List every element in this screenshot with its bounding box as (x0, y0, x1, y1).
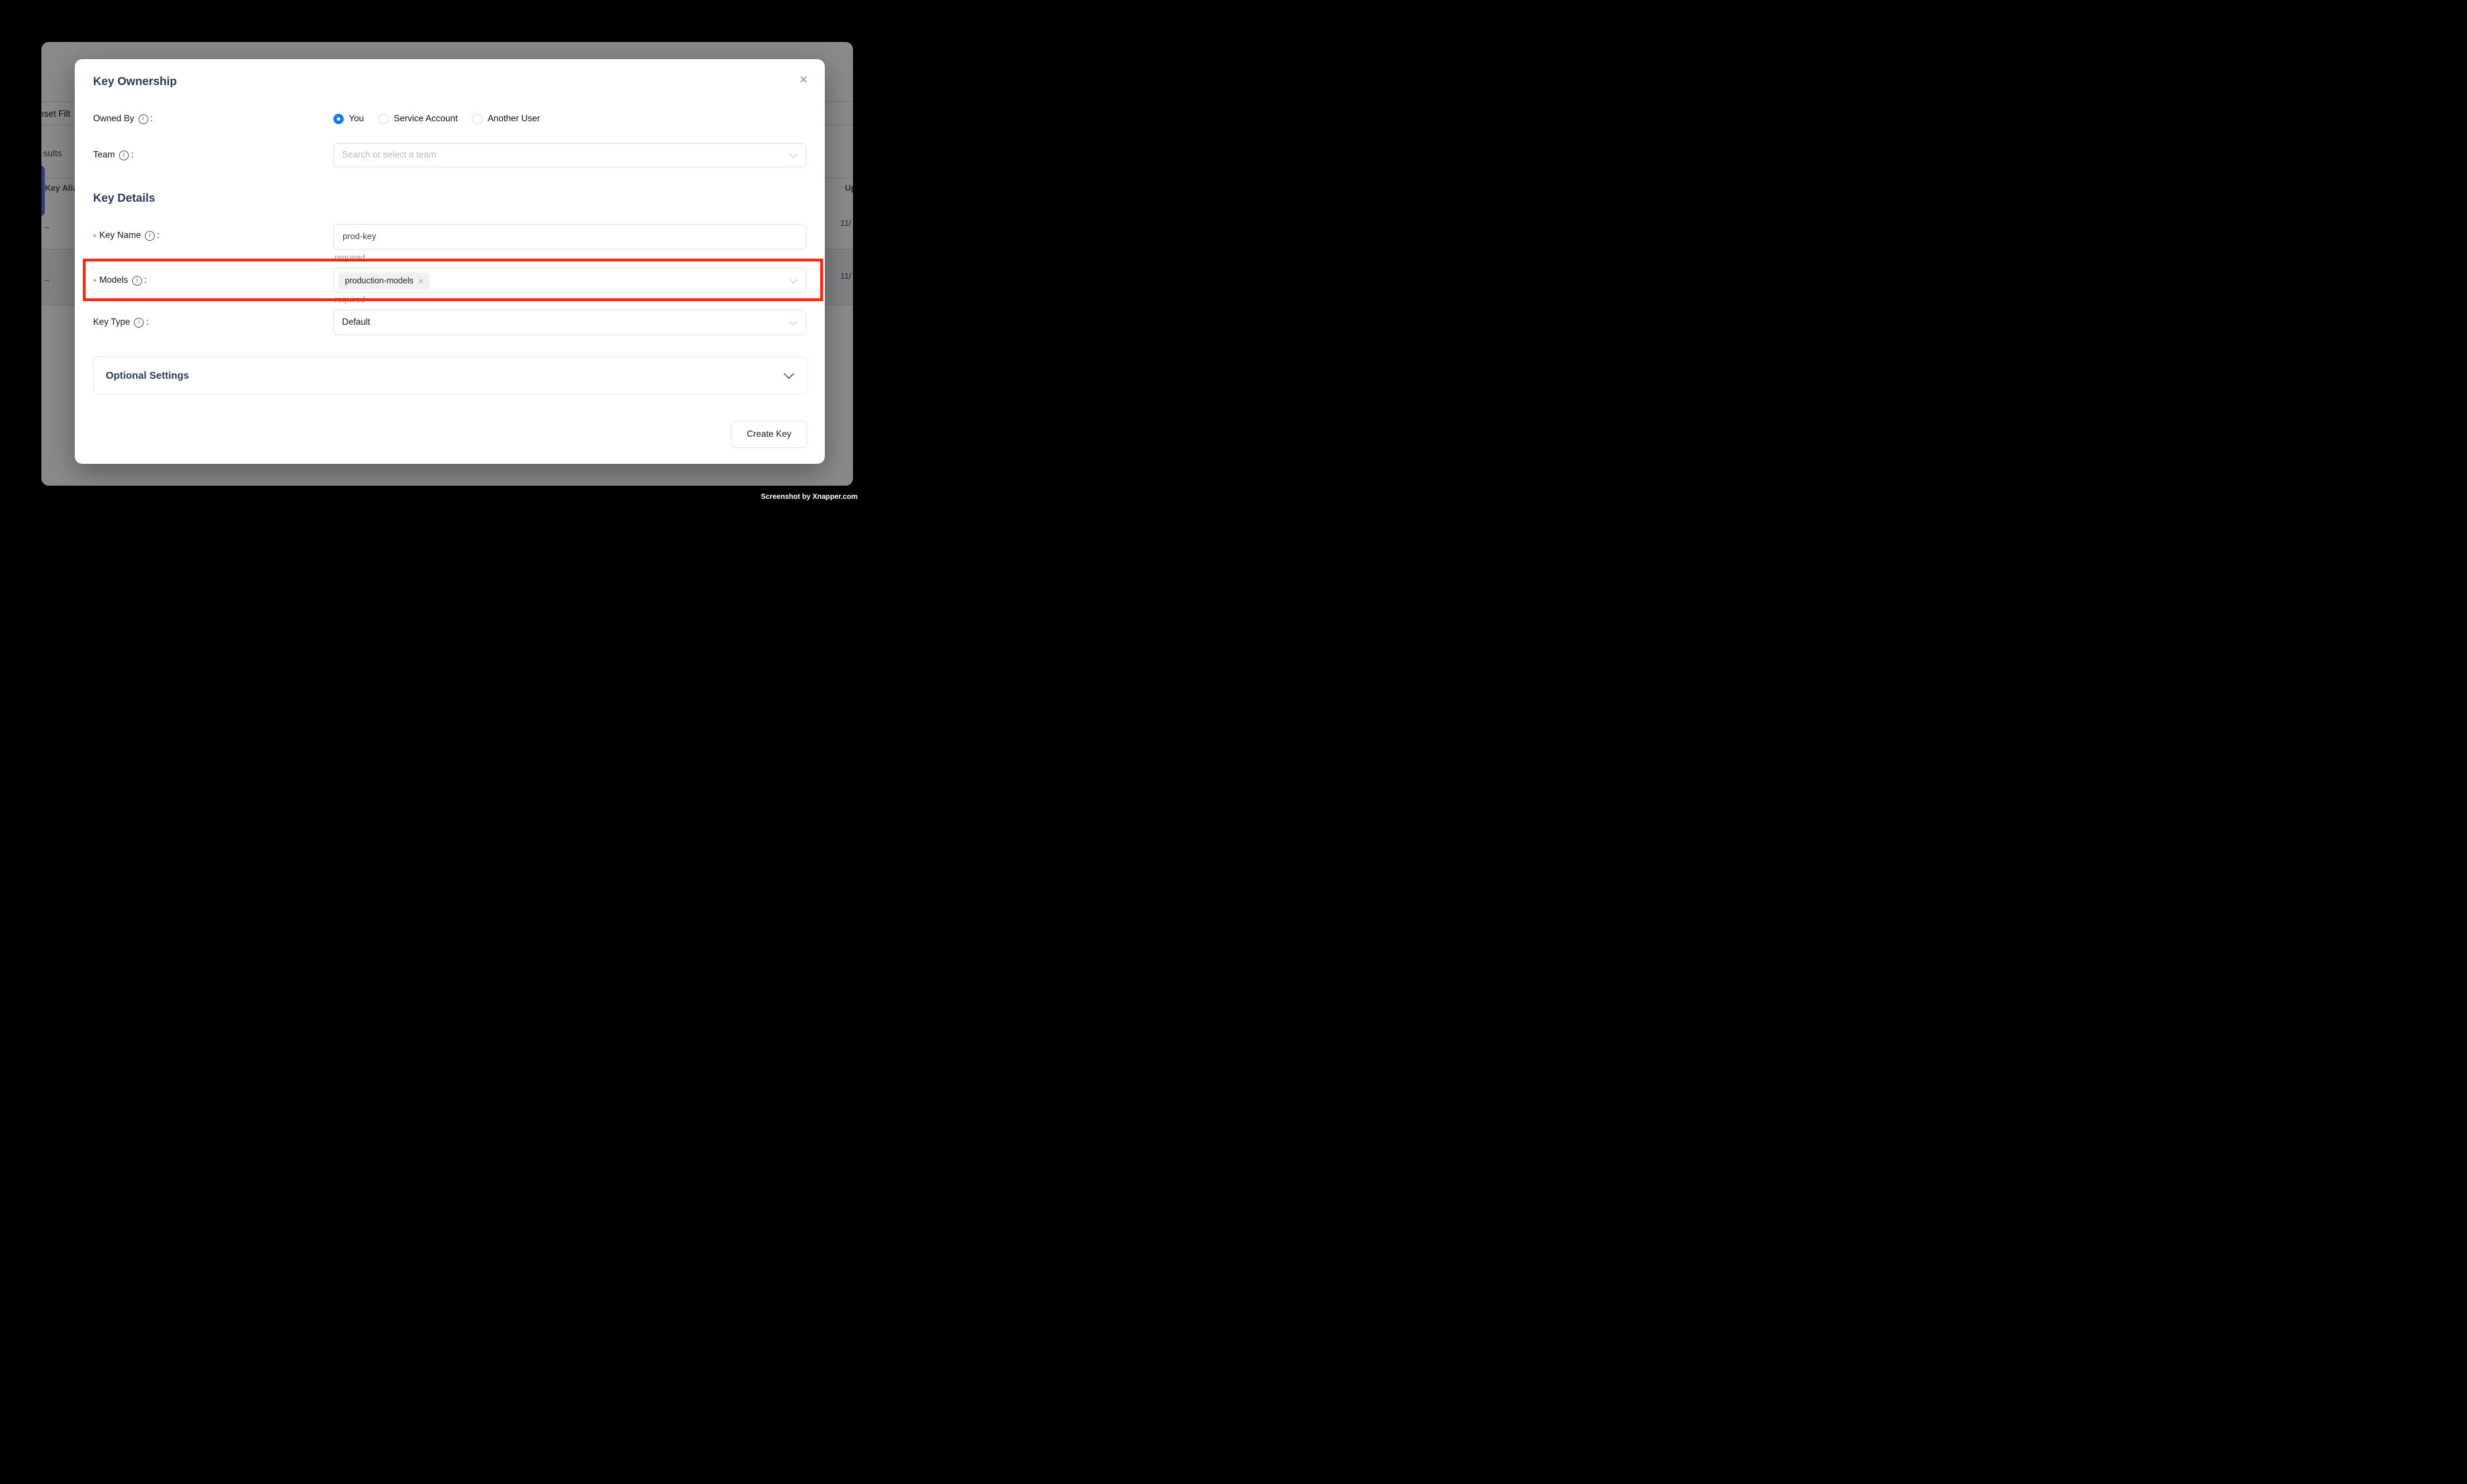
chevron-down-icon (789, 150, 797, 158)
chevron-down-icon (783, 368, 794, 379)
radio-selected-icon[interactable] (333, 114, 344, 124)
owned-by-radio-group: You Service Account Another User (333, 112, 555, 126)
models-label: * Models i : (93, 275, 147, 286)
app-window: eset Filt sults Key Alia Up – 11/ – 11/ … (41, 42, 853, 486)
team-label: Team i : (93, 150, 133, 160)
key-name-validation-message: required (335, 253, 365, 263)
chevron-down-icon (789, 317, 797, 325)
optional-settings-title: Optional Settings (106, 357, 189, 394)
required-asterisk: * (93, 232, 97, 242)
key-name-label: * Key Name i : (93, 230, 160, 241)
key-type-label: Key Type i : (93, 317, 149, 328)
screenshot-canvas: eset Filt sults Key Alia Up – 11/ – 11/ … (0, 0, 894, 542)
info-icon[interactable]: i (145, 231, 155, 241)
key-name-field[interactable] (333, 224, 806, 249)
chevron-down-icon (789, 275, 797, 283)
models-select[interactable]: production-models ✕ (333, 268, 806, 293)
optional-settings-panel[interactable]: Optional Settings (93, 356, 807, 394)
radio-option-another-user[interactable]: Another User (472, 114, 540, 124)
tag-remove-icon[interactable]: ✕ (418, 277, 424, 286)
info-icon[interactable]: i (134, 318, 144, 328)
radio-unselected-icon[interactable] (472, 114, 482, 124)
key-type-value: Default (342, 310, 370, 335)
key-type-select[interactable]: Default (333, 310, 806, 335)
team-select[interactable] (333, 143, 806, 167)
watermark-text: Screenshot by Xnapper.com (761, 493, 858, 501)
key-name-input[interactable] (343, 225, 768, 249)
team-search-input[interactable] (342, 144, 767, 167)
owned-by-label: Owned By i : (93, 114, 153, 124)
info-icon[interactable]: i (132, 276, 142, 286)
radio-unselected-icon[interactable] (378, 114, 389, 124)
section-title-key-details: Key Details (93, 190, 155, 206)
radio-option-service-account[interactable]: Service Account (378, 114, 458, 124)
info-icon[interactable]: i (139, 114, 148, 124)
info-icon[interactable]: i (119, 151, 129, 160)
models-validation-message: required (335, 295, 365, 305)
required-asterisk: * (93, 277, 97, 287)
create-key-modal: ✕ Key Ownership Owned By i : You Service… (75, 59, 825, 464)
create-key-button[interactable]: Create Key (731, 421, 807, 448)
selected-model-tag: production-models ✕ (339, 272, 429, 290)
section-title-key-ownership: Key Ownership (93, 74, 177, 90)
close-icon[interactable]: ✕ (794, 71, 813, 90)
radio-option-you[interactable]: You (333, 114, 364, 124)
